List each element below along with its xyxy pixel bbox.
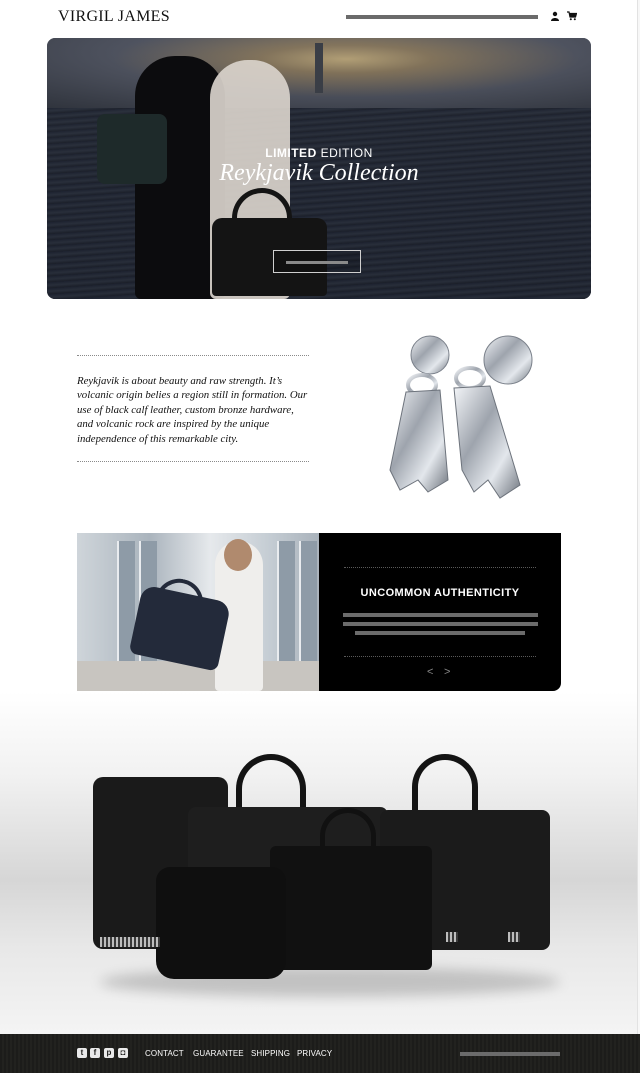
- photo-model-head: [224, 539, 252, 571]
- feature-text-placeholder: [355, 631, 525, 635]
- footer-link-privacy[interactable]: PRIVACY: [297, 1049, 332, 1058]
- site-footer: t f p ◘ CONTACT GUARANTEE SHIPPING PRIVA…: [0, 1034, 640, 1073]
- facebook-icon[interactable]: f: [90, 1048, 100, 1058]
- hero-eyebrow: LIMITED EDITION: [47, 146, 591, 160]
- product-duffel-handle: [236, 754, 306, 814]
- story-section: Reykjavik is about beauty and raw streng…: [77, 355, 309, 463]
- hero-title: Reykjavik Collection: [219, 160, 419, 186]
- zipper-detail: [100, 937, 160, 947]
- product-showcase: [0, 692, 640, 1034]
- feature-text-placeholder: [343, 622, 538, 626]
- feature-divider-bottom: [344, 656, 536, 657]
- hero-church-tower: [315, 43, 323, 93]
- header-nav-placeholder-bar: [346, 15, 538, 19]
- twitter-icon[interactable]: t: [77, 1048, 87, 1058]
- product-laptop-bag[interactable]: [270, 846, 432, 970]
- zipper-detail: [508, 932, 520, 942]
- story-divider-bottom: [77, 461, 309, 462]
- hero-eyebrow-bold: LIMITED: [265, 146, 317, 160]
- photo-window: [277, 541, 295, 661]
- hero-cta-button[interactable]: [273, 250, 361, 273]
- footer-link-shipping[interactable]: SHIPPING: [251, 1049, 290, 1058]
- user-icon[interactable]: [550, 11, 560, 21]
- photo-window: [299, 541, 317, 661]
- instagram-icon[interactable]: ◘: [118, 1048, 128, 1058]
- hero-eyebrow-light: EDITION: [320, 146, 373, 160]
- feature-photo: [77, 533, 319, 691]
- feature-panel: UNCOMMON AUTHENTICITY < >: [319, 533, 561, 691]
- zipper-pull-image: [389, 335, 533, 499]
- feature-text-placeholder: [343, 613, 538, 617]
- footer-link-guarantee[interactable]: GUARANTEE: [193, 1049, 244, 1058]
- site-header: VIRGIL JAMES: [0, 0, 640, 36]
- feature-title: UNCOMMON AUTHENTICITY: [360, 587, 520, 599]
- story-divider-top: [77, 355, 309, 356]
- hero-banner[interactable]: LIMITED EDITION Reykjavik Collection: [47, 38, 591, 299]
- site-logo[interactable]: VIRGIL JAMES: [58, 8, 170, 26]
- cart-icon[interactable]: [567, 11, 577, 21]
- feature-divider-top: [344, 567, 536, 568]
- pinterest-icon[interactable]: p: [104, 1048, 114, 1058]
- zipper-detail: [446, 932, 458, 942]
- product-briefcase-handle: [412, 754, 478, 816]
- story-text: Reykjavik is about beauty and raw streng…: [77, 375, 308, 445]
- footer-link-contact[interactable]: CONTACT: [145, 1049, 184, 1058]
- footer-newsletter-placeholder-bar: [460, 1052, 560, 1056]
- hero-cta-placeholder-bar: [286, 261, 348, 264]
- product-bucket-bag[interactable]: [156, 867, 286, 979]
- carousel-next-button[interactable]: >: [444, 666, 450, 678]
- carousel-prev-button[interactable]: <: [427, 666, 433, 678]
- feature-card: UNCOMMON AUTHENTICITY < >: [77, 533, 561, 691]
